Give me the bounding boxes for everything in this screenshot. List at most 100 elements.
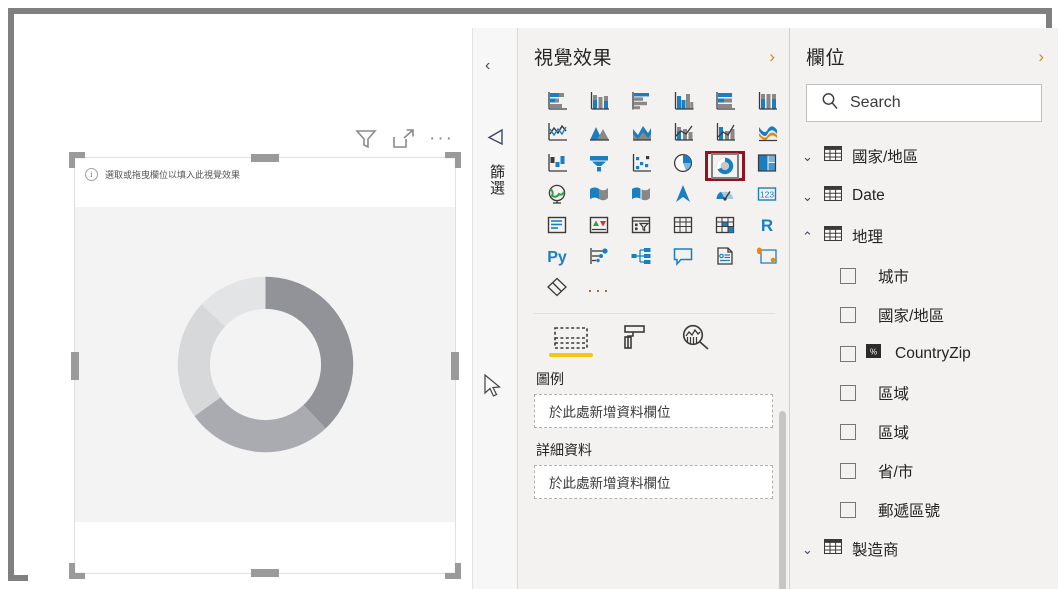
resize-handle-bottom-left[interactable] [69, 563, 85, 579]
power-apps-icon-button[interactable] [537, 275, 577, 305]
q-and-a-icon-button[interactable] [663, 244, 703, 274]
chevron-down-icon[interactable]: ⌄ [802, 150, 814, 163]
key-influencers-icon-button[interactable] [579, 244, 619, 274]
waterfall-chart-icon-button[interactable] [537, 151, 577, 181]
calculated-field-icon: % [866, 344, 881, 363]
field-row[interactable]: 區域 [790, 412, 1058, 451]
field-row[interactable]: % CountryZip [790, 334, 1058, 373]
decomposition-tree-icon-button[interactable] [621, 244, 661, 274]
field-checkbox[interactable] [840, 423, 856, 440]
visualization-type-grid: 123 R Py ··· [518, 84, 789, 305]
resize-handle-top[interactable] [251, 154, 279, 162]
donut-chart-icon-button[interactable] [705, 150, 745, 181]
100-stacked-bar-chart-icon-button[interactable] [705, 89, 745, 119]
report-canvas[interactable]: ··· i 選取或拖曳欄位以填入此視覺效果 [28, 28, 472, 589]
stacked-area-chart-icon-button[interactable] [621, 120, 661, 150]
well-dropzone[interactable]: 於此處新增資料欄位 [534, 394, 773, 428]
field-checkbox[interactable] [840, 345, 856, 362]
field-checkbox[interactable] [840, 501, 856, 518]
smart-narrative-icon-button[interactable] [705, 244, 745, 274]
resize-handle-bottom-right[interactable] [445, 563, 461, 579]
fields-tab[interactable] [549, 326, 593, 357]
field-row[interactable]: 郵遞區號 [790, 490, 1058, 529]
focus-mode-icon[interactable] [392, 128, 415, 150]
100-stacked-column-chart-icon-button[interactable] [747, 89, 787, 119]
field-row[interactable]: 區域 [790, 373, 1058, 412]
expand-filters-chevron-icon[interactable]: ‹ [485, 58, 490, 74]
treemap-icon-button[interactable] [747, 151, 787, 181]
filters-pane-collapsed[interactable]: ‹ 篩選 [472, 28, 518, 589]
matrix-icon [714, 215, 736, 240]
field-name: CountryZip [895, 344, 971, 362]
line-stacked-column-chart-icon-button[interactable] [663, 120, 703, 150]
card-icon-button[interactable]: 123 [747, 182, 787, 212]
more-visuals-button[interactable]: ··· [579, 275, 619, 305]
clustered-bar-chart-icon-button[interactable] [621, 89, 661, 119]
line-chart-icon-button[interactable] [537, 120, 577, 150]
stacked-bar-chart-icon [546, 91, 568, 116]
field-well-tabs [518, 314, 789, 357]
field-checkbox[interactable] [840, 267, 856, 284]
arcgis-map-icon-button[interactable] [663, 182, 703, 212]
stacked-column-chart-icon-button[interactable] [579, 89, 619, 119]
scatter-chart-icon-button[interactable] [621, 151, 661, 181]
chevron-down-icon[interactable]: ⌄ [802, 190, 814, 203]
line-clustered-column-chart-icon-button[interactable] [705, 120, 745, 150]
field-row[interactable]: 城市 [790, 256, 1058, 295]
field-checkbox[interactable] [840, 384, 856, 401]
search-input[interactable]: Search [806, 84, 1042, 122]
resize-handle-bottom[interactable] [251, 569, 279, 577]
donut-chart-visual[interactable]: i 選取或拖曳欄位以填入此視覺效果 [69, 152, 461, 579]
analytics-tab[interactable] [682, 324, 710, 357]
matrix-icon-button[interactable] [705, 213, 745, 243]
expand-visualizations-chevron-icon[interactable]: › [769, 48, 775, 65]
map-icon-button[interactable] [537, 182, 577, 212]
funnel-chart-icon-button[interactable] [579, 151, 619, 181]
expand-fields-chevron-icon[interactable]: › [1038, 48, 1044, 65]
stacked-bar-chart-icon-button[interactable] [537, 89, 577, 119]
clustered-column-chart-icon-button[interactable] [663, 89, 703, 119]
fields-table-row[interactable]: ⌄ Date [790, 176, 1058, 216]
fields-table-row[interactable]: ⌄ 製造商 [790, 529, 1058, 569]
chevron-down-icon[interactable]: ⌄ [802, 543, 814, 556]
resize-handle-left[interactable] [71, 351, 79, 380]
visualizations-pane-scrollbar[interactable] [779, 411, 786, 589]
more-options-icon[interactable]: ··· [429, 129, 454, 148]
multi-row-card-icon [546, 215, 568, 240]
area-chart-icon-button[interactable] [579, 120, 619, 150]
kpi-icon-button[interactable] [579, 213, 619, 243]
resize-handle-top-left[interactable] [69, 152, 85, 168]
multi-row-card-icon-button[interactable] [537, 213, 577, 243]
fields-table-row[interactable]: ⌃ 地理 [790, 216, 1058, 256]
smart-narrative-icon [714, 246, 736, 271]
shape-map-icon-button[interactable] [621, 182, 661, 212]
slicer-icon-button[interactable] [621, 213, 661, 243]
paginated-report-icon-button[interactable] [747, 244, 787, 274]
filled-map-icon-button[interactable] [579, 182, 619, 212]
well-dropzone[interactable]: 於此處新增資料欄位 [534, 465, 773, 499]
ribbon-chart-icon-button[interactable] [747, 120, 787, 150]
field-name: 區域 [878, 385, 910, 403]
fields-table-row[interactable]: ⌄ 國家/地區 [790, 136, 1058, 176]
chevron-up-icon[interactable]: ⌃ [802, 230, 814, 243]
r-script-visual-icon: R [756, 215, 778, 240]
filter-funnel-icon[interactable] [485, 128, 505, 151]
r-script-visual-icon-button[interactable]: R [747, 213, 787, 243]
svg-text:123: 123 [760, 190, 774, 200]
field-row[interactable]: 國家/地區 [790, 295, 1058, 334]
pie-chart-icon-button[interactable] [663, 151, 703, 181]
format-tab[interactable] [622, 324, 648, 357]
filter-icon[interactable] [354, 128, 378, 150]
resize-handle-right[interactable] [451, 351, 459, 380]
table-icon-button[interactable] [663, 213, 703, 243]
field-name: 郵遞區號 [878, 502, 941, 520]
gauge-icon-button[interactable] [705, 182, 745, 212]
field-checkbox[interactable] [840, 462, 856, 479]
resize-handle-top-right[interactable] [445, 152, 461, 168]
funnel-chart-icon [588, 153, 610, 178]
python-visual-icon-button[interactable]: Py [537, 244, 577, 274]
field-name: 省/市 [878, 463, 914, 481]
field-row[interactable]: 省/市 [790, 451, 1058, 490]
field-name: 區域 [878, 424, 910, 442]
field-checkbox[interactable] [840, 306, 856, 323]
